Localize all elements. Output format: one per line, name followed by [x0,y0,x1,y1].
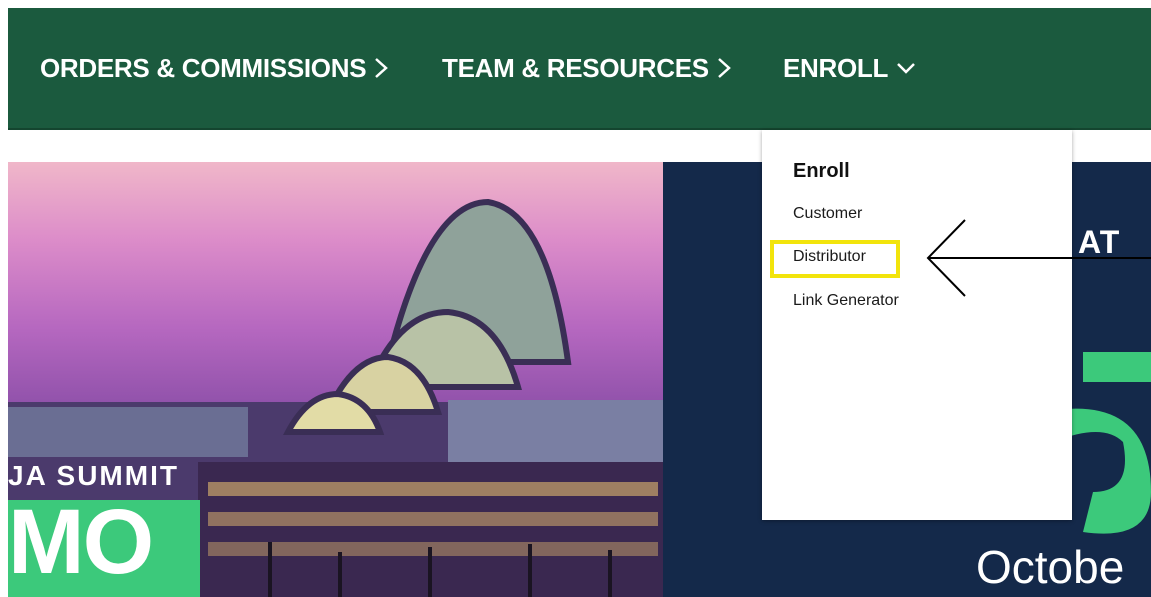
arrow-left-icon [926,219,1151,297]
screenshot-frame: JA SUMMIT MO ORDERS & COMMISSIONS TEAM &… [8,8,1151,597]
